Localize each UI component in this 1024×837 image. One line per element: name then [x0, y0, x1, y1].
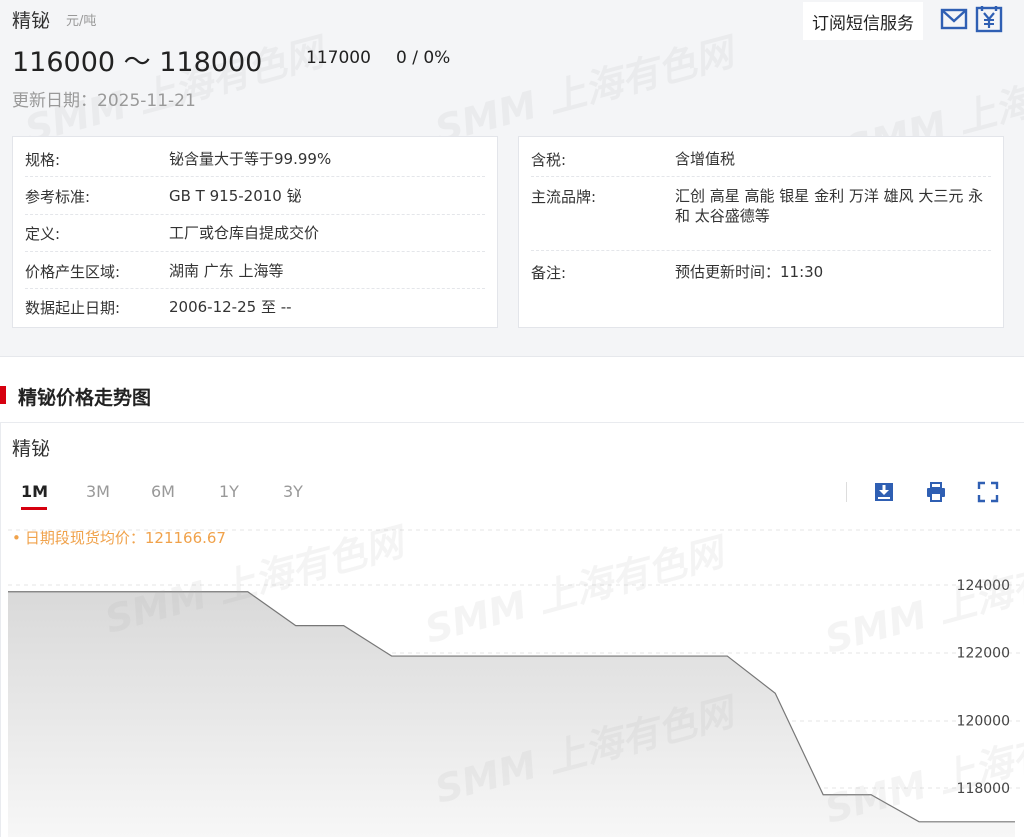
tab-1m[interactable]: 1M — [21, 482, 48, 501]
tab-6m[interactable]: 6M — [151, 482, 175, 501]
y-tick-label: 118000 — [957, 781, 1010, 797]
y-tick-label: 122000 — [957, 646, 1010, 662]
price-change: 0 / 0% — [396, 48, 451, 68]
yuan-calculator-icon[interactable] — [975, 5, 1003, 33]
update-date: 更新日期：2025-11-21 — [12, 91, 196, 111]
active-tab-indicator — [21, 507, 47, 510]
price-range: 116000 ～ 118000 — [12, 47, 263, 78]
info-row: 含税: 含增值税 — [531, 149, 991, 177]
tab-1y[interactable]: 1Y — [219, 482, 239, 501]
info-row: 备注: 预估更新时间：11:30 — [531, 263, 824, 282]
info-row: 价格产生区域: 湖南 广东 上海等 — [25, 261, 485, 289]
spec-info-card: 规格: 铋含量大于等于99.99% 参考标准: GB T 915-2010 铋 定义… — [12, 136, 498, 328]
print-icon[interactable] — [924, 480, 948, 504]
tab-3y[interactable]: 3Y — [283, 482, 303, 501]
tab-3m[interactable]: 3M — [86, 482, 110, 501]
price-trend-chart: 124000 122000 120000 118000 — [8, 529, 1024, 837]
toolbar-divider — [846, 482, 847, 502]
subscribe-sms-button[interactable]: 订阅短信服务 — [803, 2, 923, 40]
info-row: 参考标准: GB T 915-2010 铋 — [25, 186, 485, 215]
section-title: 精铋价格走势图 — [18, 387, 152, 409]
average-price: 117000 — [306, 48, 371, 68]
info-row: 数据起止日期: 2006-12-25 至 -- — [25, 298, 292, 317]
info-row: 主流品牌: 汇创 高星 高能 银星 金利 万洋 雄风 大三元 永和 太谷盛德等 — [531, 186, 991, 251]
download-image-icon[interactable] — [872, 480, 896, 504]
fullscreen-icon[interactable] — [976, 480, 1000, 504]
section-marker — [0, 386, 6, 404]
y-tick-label: 120000 — [957, 713, 1010, 729]
chart-title: 精铋 — [12, 438, 51, 460]
info-row: 规格: 铋含量大于等于99.99% — [25, 149, 485, 177]
y-tick-label: 124000 — [957, 578, 1010, 594]
price-unit: 元/吨 — [66, 14, 97, 29]
mail-icon[interactable] — [940, 5, 968, 33]
brand-info-card: 含税: 含增值税 主流品牌: 汇创 高星 高能 银星 金利 万洋 雄风 大三元 永和… — [518, 136, 1004, 328]
price-area — [8, 591, 1015, 837]
info-row: 定义: 工厂或仓库自提成交价 — [25, 223, 485, 252]
product-title: 精铋 — [12, 10, 51, 32]
